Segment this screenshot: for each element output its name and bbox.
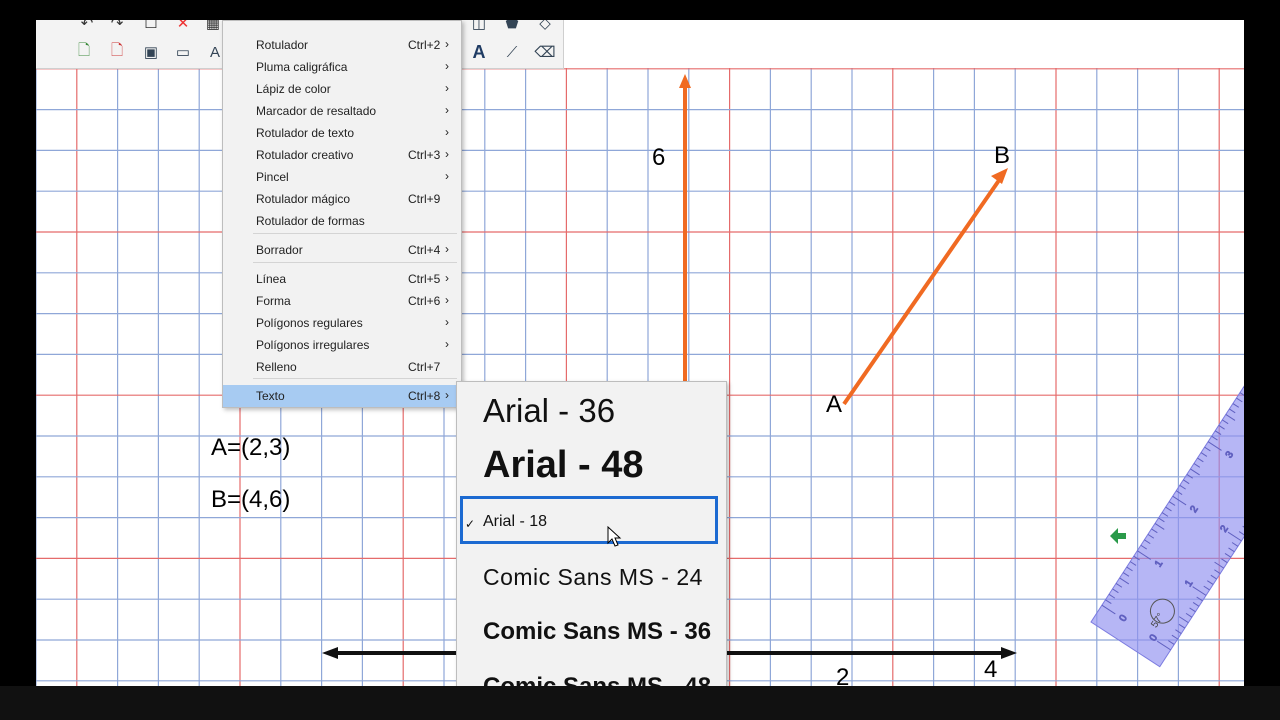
menu-item-label: Marcador de resaltado — [256, 104, 377, 118]
menu-separator — [253, 262, 457, 263]
text-icon[interactable]: A — [466, 41, 492, 63]
menu-item-label: Rotulador de texto — [256, 126, 355, 140]
menu-item-shortcut: Ctrl+8 — [408, 389, 441, 403]
menu-item-label: Relleno — [256, 360, 297, 374]
formula-b: B=(4,6) — [211, 486, 291, 513]
menu-item-rotulador-m-gico[interactable]: Rotulador mágico Ctrl+9 — [223, 188, 461, 210]
presentation-icon[interactable]: ▭ — [170, 41, 196, 63]
menu-item-relleno[interactable]: Relleno Ctrl+7 — [223, 356, 461, 378]
vector-ab — [842, 174, 1004, 406]
chevron-right-icon: › — [445, 388, 449, 402]
menu-item-rotulador-creativo[interactable]: Rotulador creativo Ctrl+3 › — [223, 144, 461, 166]
menu-item-label: Rotulador mágico — [256, 192, 351, 206]
menu-item-rotulador[interactable]: Rotulador Ctrl+2 › — [223, 34, 461, 56]
menu-item-pol-gonos-regulares[interactable]: Polígonos regulares › — [223, 312, 461, 334]
text-font-submenu: Arial - 36 Arial - 48 ✓ Arial - 18 Comic… — [456, 381, 727, 690]
delete-page-icon[interactable]: 🗋 — [104, 41, 130, 63]
menu-item-pincel[interactable]: Pincel › — [223, 166, 461, 188]
menu-item-label: Texto — [256, 389, 285, 403]
menu-item-shortcut: Ctrl+3 — [408, 148, 441, 162]
point-a-label: A — [826, 391, 843, 418]
font-option-arial-18[interactable]: Arial - 18 — [483, 513, 547, 531]
chevron-right-icon: › — [445, 315, 449, 329]
menu-item-l-piz-de-color[interactable]: Lápiz de color › — [223, 78, 461, 100]
menu-item-shortcut: Ctrl+2 — [408, 38, 441, 52]
check-icon: ✓ — [465, 517, 476, 531]
menu-item-label: Rotulador de formas — [256, 214, 365, 228]
menu-item-label: Lápiz de color — [256, 82, 331, 96]
font-option-comic-24[interactable]: Comic Sans MS - 24 — [483, 564, 703, 591]
menu-item-label: Línea — [256, 272, 287, 286]
point-b-label: B — [994, 142, 1011, 169]
x-axis-tick-4: 4 — [984, 656, 998, 683]
menu-item-label: Polígonos irregulares — [256, 338, 370, 352]
menu-item-label: Pluma caligráfica — [256, 60, 348, 74]
menu-item-label: Rotulador — [256, 38, 309, 52]
formula-a: A=(2,3) — [211, 434, 291, 461]
menu-item-texto[interactable]: Texto Ctrl+8 › — [223, 385, 461, 407]
save-icon[interactable]: ▣ — [138, 41, 164, 63]
chevron-right-icon: › — [445, 271, 449, 285]
menu-separator — [253, 378, 457, 379]
pen-tools-menu: Rotulador Ctrl+2 › Pluma caligráfica › Lápiz … — [222, 20, 462, 408]
redo-icon[interactable]: ↷ — [104, 20, 130, 34]
delete-icon[interactable]: ✕ — [170, 20, 196, 34]
menu-separator — [253, 233, 457, 234]
menu-item-shortcut: Ctrl+9 — [408, 192, 441, 206]
menu-item-l-nea[interactable]: Línea Ctrl+5 › — [223, 268, 461, 290]
menu-item-label: Polígonos regulares — [256, 316, 363, 330]
chevron-right-icon: › — [445, 81, 449, 95]
menu-item-label: Pincel — [256, 170, 289, 184]
chevron-right-icon: › — [445, 103, 449, 117]
chevron-right-icon: › — [445, 37, 449, 51]
os-taskbar — [0, 686, 1280, 720]
font-option-comic-36[interactable]: Comic Sans MS - 36 — [483, 618, 711, 646]
whiteboard-window: 00112233445566 57° A=(2,3) B=(4,6) 6 2 4… — [36, 20, 1244, 690]
menu-item-shortcut: Ctrl+7 — [408, 360, 441, 374]
line-icon[interactable]: ⟋ — [499, 41, 525, 63]
menu-item-pol-gonos-irregulares[interactable]: Polígonos irregulares › — [223, 334, 461, 356]
vector-ab-arrowhead — [991, 168, 1008, 184]
ruler-rotate-handle-icon[interactable] — [1110, 528, 1126, 544]
chevron-right-icon: › — [445, 125, 449, 139]
shape-icon[interactable]: ⬟ — [499, 20, 525, 34]
undo-icon[interactable]: ↶ — [74, 20, 100, 34]
mouse-cursor-icon — [607, 526, 622, 547]
chevron-right-icon: › — [445, 59, 449, 73]
y-axis-tick-6: 6 — [652, 144, 666, 171]
menu-item-forma[interactable]: Forma Ctrl+6 › — [223, 290, 461, 312]
select-icon[interactable]: ◫ — [466, 20, 492, 34]
new-page-icon[interactable]: 🗋 — [71, 41, 97, 63]
eraser-icon[interactable]: ⌫ — [532, 41, 558, 63]
x-axis-arrowhead-right — [1001, 647, 1017, 659]
blank-page-icon[interactable]: ☐ — [138, 20, 164, 34]
menu-item-borrador[interactable]: Borrador Ctrl+4 › — [223, 239, 461, 261]
chevron-right-icon: › — [445, 147, 449, 161]
menu-item-shortcut: Ctrl+4 — [408, 243, 441, 257]
fill-icon[interactable]: ◇ — [532, 20, 558, 34]
menu-item-shortcut: Ctrl+6 — [408, 294, 441, 308]
chevron-right-icon: › — [445, 337, 449, 351]
chevron-right-icon: › — [445, 293, 449, 307]
menu-item-shortcut: Ctrl+5 — [408, 272, 441, 286]
menu-item-rotulador-de-formas[interactable]: Rotulador de formas — [223, 210, 461, 232]
chevron-right-icon: › — [445, 242, 449, 256]
menu-item-rotulador-de-texto[interactable]: Rotulador de texto › — [223, 122, 461, 144]
menu-item-pluma-caligr-fica[interactable]: Pluma caligráfica › — [223, 56, 461, 78]
chevron-right-icon: › — [445, 169, 449, 183]
menu-item-label: Borrador — [256, 243, 303, 257]
x-axis-arrowhead-left — [322, 647, 338, 659]
ruler-tool[interactable]: 00112233445566 57° — [1090, 269, 1244, 668]
font-option-arial-36[interactable]: Arial - 36 — [483, 392, 615, 430]
menu-item-label: Rotulador creativo — [256, 148, 354, 162]
font-option-arial-48[interactable]: Arial - 48 — [483, 444, 644, 487]
menu-item-label: Forma — [256, 294, 291, 308]
menu-item-marcador-de-resaltado[interactable]: Marcador de resaltado › — [223, 100, 461, 122]
